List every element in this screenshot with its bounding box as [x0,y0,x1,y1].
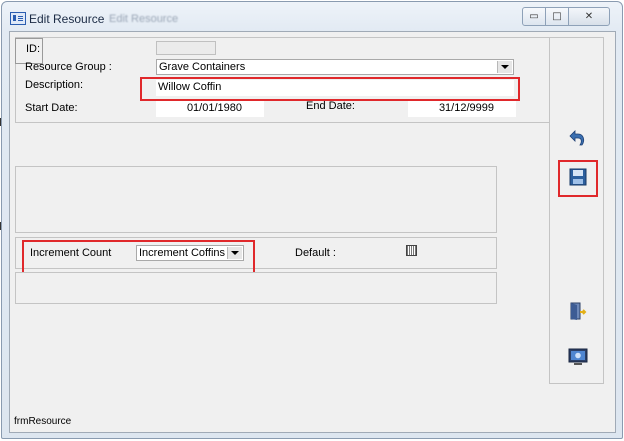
minimize-icon: ▭ [529,11,539,22]
blank-subform-panel [15,166,497,233]
monitor-icon [568,348,588,365]
edit-resource-window: Edit Resource Edit Resource ▭ □ ✕ ID: Re… [1,1,623,439]
resource-group-value: Grave Containers [159,61,246,73]
start-date-field[interactable]: 01/01/1980 [156,101,264,117]
resource-group-label: Resource Group : [25,61,112,73]
close-icon: ✕ [584,11,594,22]
end-date-label: End Date: [306,100,355,112]
description-highlight [140,77,520,101]
undo-icon [569,130,585,146]
chevron-down-icon[interactable] [497,61,512,73]
default-checkbox[interactable] [406,245,417,256]
undo-button[interactable] [567,128,589,150]
close-button[interactable]: ✕ [568,7,610,26]
maximize-icon: □ [552,11,562,22]
preview-button[interactable] [567,346,589,368]
id-label: ID: [26,43,41,55]
form-name-label: frmResource [14,416,72,427]
exit-button[interactable] [567,300,589,322]
description-label: Description: [25,79,84,91]
id-field[interactable] [156,41,216,55]
resource-group-select[interactable]: Grave Containers [156,59,514,75]
default-label: Default : [295,247,336,259]
exit-door-icon [570,302,587,320]
lower-blank-panel [15,272,497,304]
details-section: ID: Resource Group : Grave Containers De… [15,37,551,123]
end-date-field[interactable]: 31/12/9999 [408,101,516,117]
window-title: Edit Resource [29,12,105,26]
minimize-button[interactable]: ▭ [522,7,546,26]
form-client-area: ID: Resource Group : Grave Containers De… [9,31,616,433]
save-highlight [558,160,598,197]
maximize-button[interactable]: □ [545,7,569,26]
start-date-label: Start Date: [25,102,78,114]
title-bar[interactable]: Edit Resource Edit Resource ▭ □ ✕ [2,2,622,32]
form-app-icon [10,12,26,25]
window-title-ghost: Edit Resource [109,13,179,25]
action-button-panel [549,37,604,384]
